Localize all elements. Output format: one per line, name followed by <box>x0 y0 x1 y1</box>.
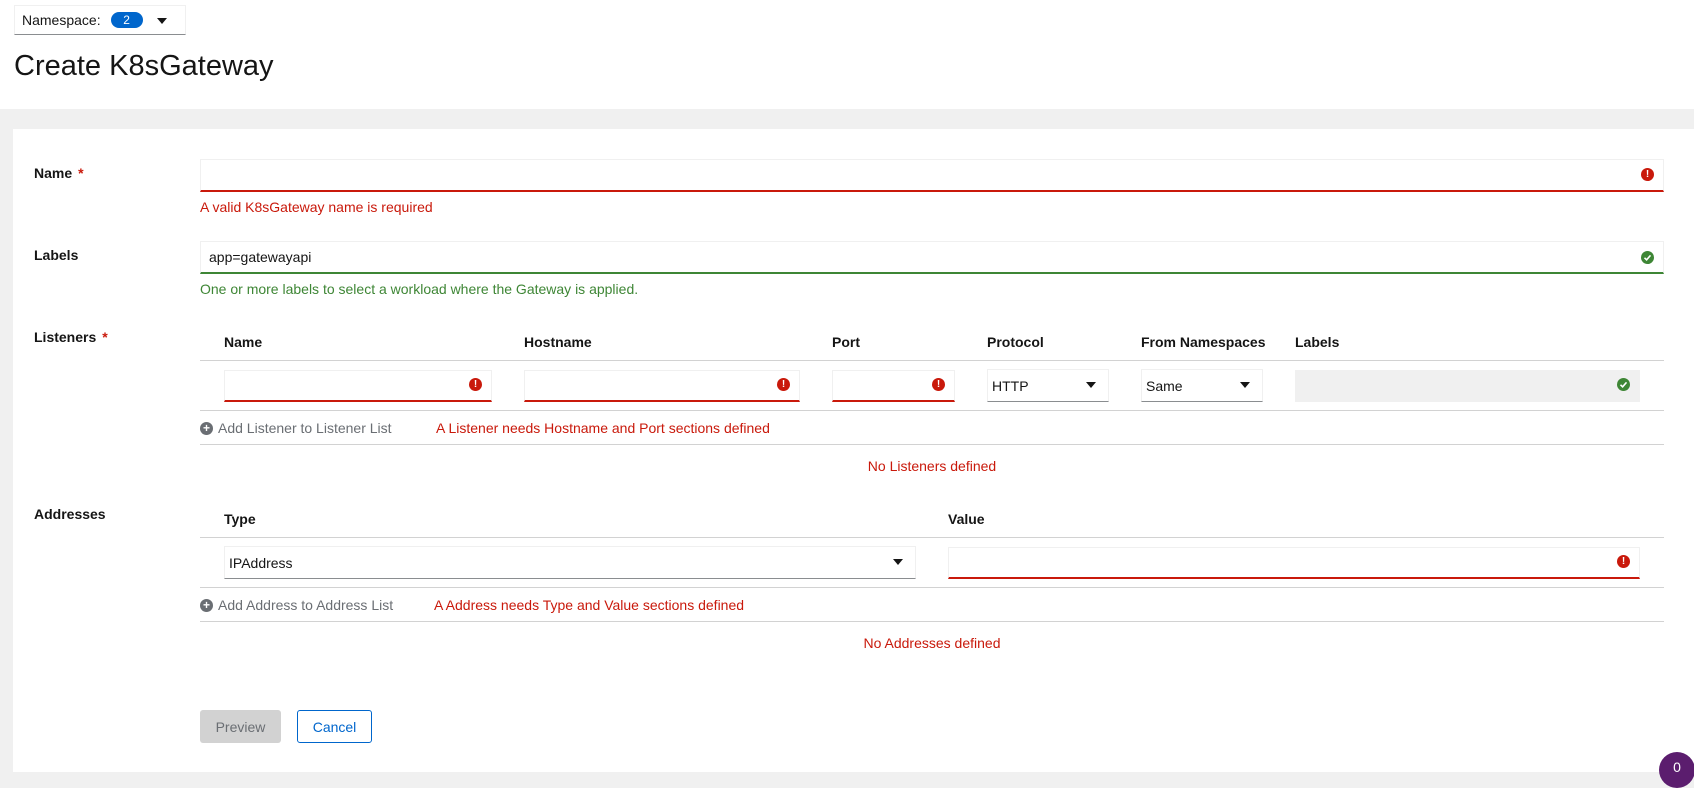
divider <box>200 410 1664 411</box>
listener-col-name: Name <box>224 334 263 350</box>
namespace-count-badge: 2 <box>110 12 143 28</box>
divider <box>200 360 1664 361</box>
plus-circle-icon: + <box>200 598 213 612</box>
notification-badge[interactable]: 0 <box>1659 752 1694 788</box>
page-header: Namespace: 2 Create K8sGateway <box>0 0 1694 109</box>
add-address-label: Add Address to Address List <box>218 597 394 613</box>
exclamation-circle-icon: ! <box>469 378 482 391</box>
listener-col-protocol: Protocol <box>987 334 1044 350</box>
listener-protocol-select[interactable]: HTTP <box>987 369 1109 402</box>
add-listener-label: Add Listener to Listener List <box>218 420 392 436</box>
listener-hostname-input[interactable] <box>524 370 800 402</box>
listener-name-input[interactable] <box>224 370 492 402</box>
listeners-label: Listeners * <box>34 329 108 345</box>
plus-circle-icon: + <box>200 421 213 435</box>
exclamation-circle-icon: ! <box>1617 555 1630 568</box>
listener-labels-input <box>1295 370 1640 402</box>
no-addresses-message: No Addresses defined <box>863 635 1001 651</box>
address-col-value: Value <box>948 511 985 527</box>
add-address-link[interactable]: + Add Address to Address List <box>200 597 393 613</box>
name-input[interactable] <box>200 159 1664 192</box>
check-circle-icon <box>1617 378 1630 391</box>
namespace-label: Namespace: <box>22 12 101 28</box>
listener-from-namespaces-value: Same <box>1146 377 1183 394</box>
listener-from-namespaces-select[interactable]: Same <box>1141 369 1263 402</box>
cancel-button[interactable]: Cancel <box>297 710 372 743</box>
address-col-type: Type <box>224 511 256 527</box>
required-mark: * <box>102 329 108 345</box>
divider <box>200 537 1664 538</box>
address-error-text: A Address needs Type and Value sections … <box>434 597 745 613</box>
labels-input[interactable] <box>200 241 1664 274</box>
add-listener-link[interactable]: + Add Listener to Listener List <box>200 420 392 436</box>
divider <box>200 587 1664 588</box>
address-value-input[interactable] <box>948 547 1640 579</box>
check-circle-icon <box>1641 251 1654 264</box>
address-type-select[interactable]: IPAddress <box>224 546 916 579</box>
caret-down-icon <box>1240 382 1250 388</box>
exclamation-circle-icon: ! <box>1641 168 1654 181</box>
divider <box>200 621 1664 622</box>
addresses-label: Addresses <box>34 506 106 522</box>
form-card <box>13 129 1694 772</box>
address-type-value: IPAddress <box>229 554 293 571</box>
listener-col-from-namespaces: From Namespaces <box>1141 334 1266 350</box>
labels-label: Labels <box>34 247 79 263</box>
listener-col-hostname: Hostname <box>524 334 592 350</box>
page-title: Create K8sGateway <box>14 50 274 82</box>
divider <box>200 444 1664 445</box>
labels-helper-text: One or more labels to select a workload … <box>200 281 639 297</box>
no-listeners-message: No Listeners defined <box>867 458 997 474</box>
name-label: Name * <box>34 165 84 181</box>
namespace-selector[interactable]: Namespace: 2 <box>14 5 186 35</box>
listener-col-labels: Labels <box>1295 334 1340 350</box>
caret-down-icon <box>893 559 903 565</box>
caret-down-icon <box>157 18 167 24</box>
exclamation-circle-icon: ! <box>932 378 945 391</box>
exclamation-circle-icon: ! <box>777 378 790 391</box>
caret-down-icon <box>1086 382 1096 388</box>
listener-protocol-value: HTTP <box>992 377 1029 394</box>
required-mark: * <box>78 165 84 181</box>
name-error-text: A valid K8sGateway name is required <box>200 199 433 215</box>
listener-error-text: A Listener needs Hostname and Port secti… <box>436 420 770 436</box>
listener-col-port: Port <box>832 334 860 350</box>
preview-button[interactable]: Preview <box>200 710 281 743</box>
